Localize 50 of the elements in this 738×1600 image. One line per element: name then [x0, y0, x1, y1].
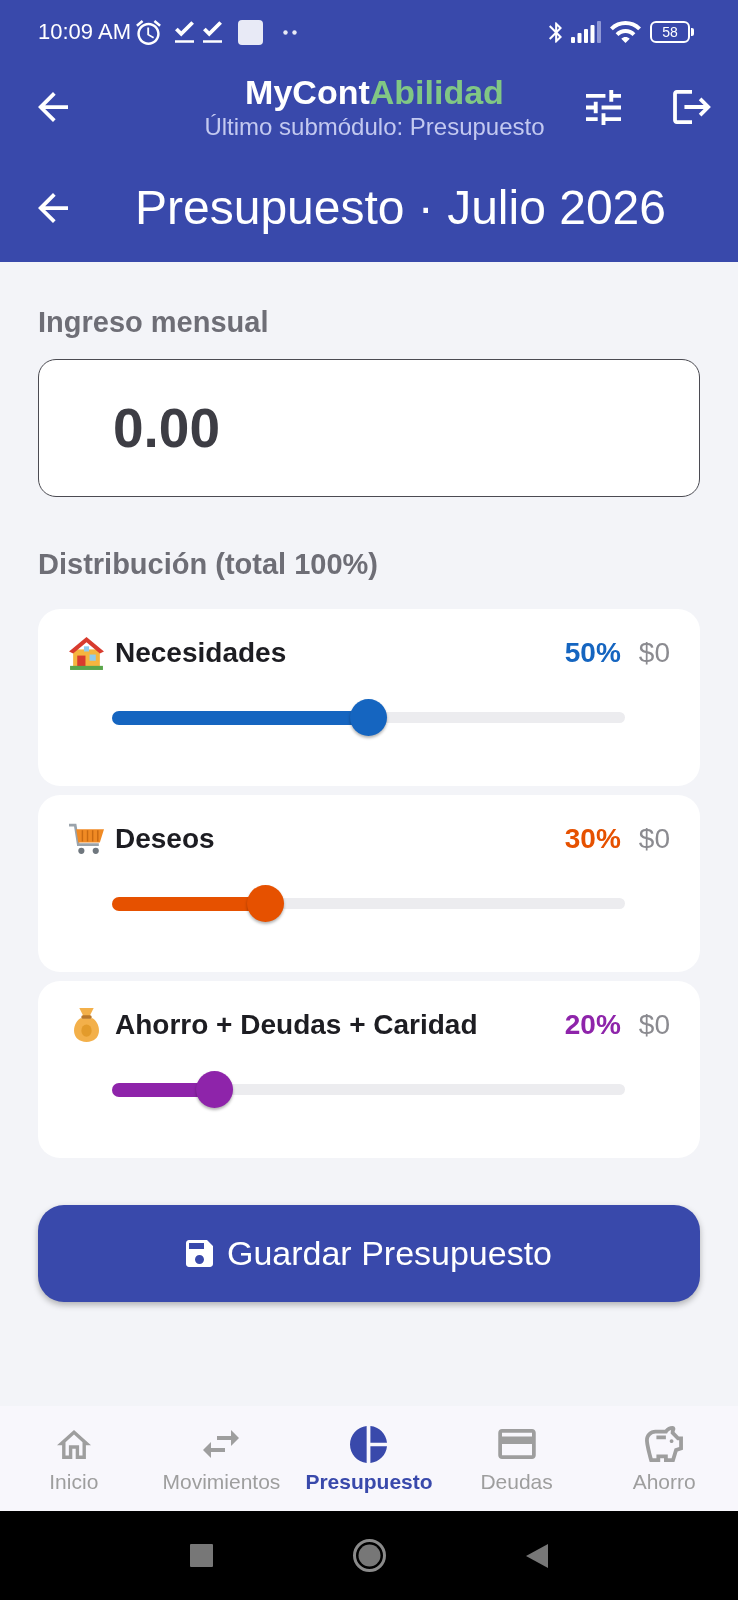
credit-card-icon — [497, 1429, 536, 1459]
home-icon — [56, 1429, 91, 1459]
income-label: Ingreso mensual — [38, 305, 270, 339]
back-icon[interactable] — [38, 193, 68, 223]
status-time: 10:09 AM — [38, 19, 131, 45]
dots-icon — [282, 29, 297, 35]
slider-thumb[interactable] — [350, 699, 387, 736]
category-amount: $0 — [638, 635, 670, 670]
category-amount: $0 — [638, 1007, 670, 1042]
battery-indicator: 58 — [650, 21, 694, 43]
piggy-bank-icon — [645, 1426, 684, 1462]
slider-track[interactable] — [112, 699, 625, 736]
back-triangle-icon[interactable] — [526, 1543, 548, 1568]
alarm-clock-icon — [135, 19, 161, 45]
category-percent: 20% — [564, 1007, 621, 1042]
house-icon — [68, 634, 105, 671]
notification-square-icon — [237, 19, 263, 45]
home-circle-icon[interactable] — [353, 1539, 386, 1572]
category-percent: 50% — [564, 635, 621, 670]
slider-track[interactable] — [112, 1071, 625, 1108]
category-name: Necesidades — [115, 635, 287, 670]
slider-track[interactable] — [112, 885, 625, 922]
save-budget-button[interactable]: Guardar Presupuesto — [38, 1205, 700, 1302]
income-field[interactable]: 0.00 — [38, 359, 700, 497]
category-name: Ahorro + Deudas + Caridad — [115, 1007, 478, 1042]
nav-tab[interactable]: Deudas — [442, 1406, 591, 1511]
nav-tab[interactable]: Ahorro — [590, 1406, 738, 1511]
pie-chart-icon — [350, 1425, 388, 1463]
back-icon[interactable] — [38, 92, 68, 122]
check-icon — [202, 21, 222, 43]
slider-thumb[interactable] — [247, 885, 285, 922]
category-amount: $0 — [638, 821, 670, 856]
distribution-heading: Distribución (total 100%) — [38, 547, 379, 581]
signal-icon — [571, 21, 601, 43]
swap-arrows-icon — [203, 1430, 240, 1458]
nav-tab[interactable]: Presupuesto — [295, 1406, 443, 1511]
app-subtitle: Último submódulo: Presupuesto — [204, 113, 545, 141]
category-name: Deseos — [115, 821, 215, 856]
check-icon — [174, 21, 194, 43]
sliders-icon[interactable] — [586, 89, 621, 125]
app-title: MyContAbilidad — [244, 73, 505, 111]
wifi-icon — [610, 21, 641, 43]
nav-tab[interactable]: Inicio — [0, 1406, 148, 1511]
save-icon — [185, 1240, 213, 1267]
category-percent: 30% — [564, 821, 621, 856]
nav-tab[interactable]: Movimientos — [147, 1406, 296, 1511]
bluetooth-icon — [549, 21, 562, 43]
logout-icon[interactable] — [673, 90, 711, 124]
slider-thumb[interactable] — [196, 1071, 234, 1108]
page-title: Presupuesto · Julio 2026 — [135, 180, 666, 236]
